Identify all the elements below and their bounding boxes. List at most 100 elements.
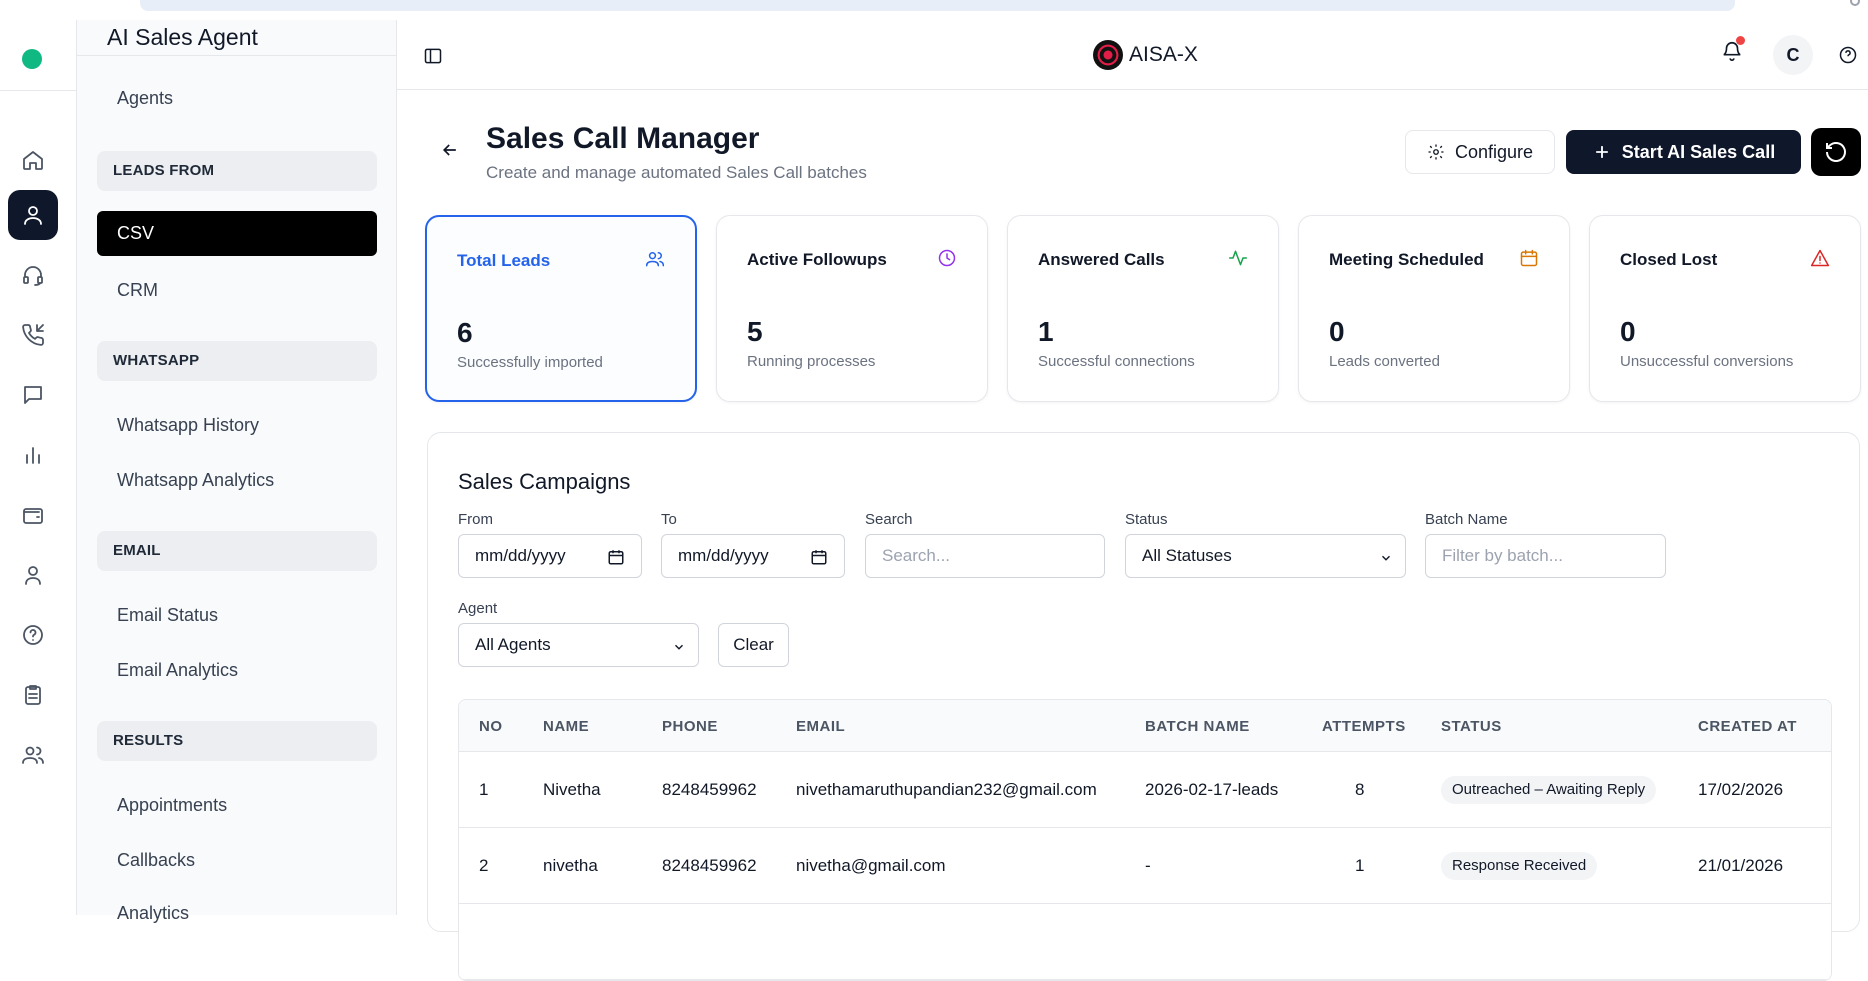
to-date-input[interactable]: mm/dd/yyyy bbox=[661, 534, 845, 578]
cell-name: Nivetha bbox=[543, 780, 601, 799]
cell-attempts: 8 bbox=[1355, 780, 1365, 799]
col-status[interactable]: STATUS bbox=[1441, 718, 1502, 735]
cell-email: nivethamaruthupandian232@gmail.com bbox=[796, 780, 1097, 799]
cell-name: nivetha bbox=[543, 856, 598, 875]
stat-card-active-followups[interactable]: Active Followups 5 Running processes bbox=[716, 215, 988, 402]
batch-name-input[interactable]: Filter by batch... bbox=[1425, 534, 1666, 578]
search-input[interactable]: Search... bbox=[865, 534, 1105, 578]
col-batch-name[interactable]: BATCH NAME bbox=[1145, 718, 1250, 735]
app-logo: AISA-X bbox=[1093, 40, 1198, 70]
sidebar: AI Sales Agent Agents LEADS FROM CSV CRM… bbox=[77, 20, 397, 923]
page-subtitle: Create and manage automated Sales Call b… bbox=[486, 163, 867, 182]
calendar-icon[interactable] bbox=[607, 548, 625, 566]
sidebar-item-email-status[interactable]: Email Status bbox=[117, 605, 218, 626]
help-icon[interactable] bbox=[1837, 44, 1859, 66]
clock-icon bbox=[937, 248, 957, 268]
icon-rail bbox=[0, 20, 77, 915]
stat-hint: Unsuccessful conversions bbox=[1620, 353, 1794, 370]
campaigns-table: NO NAME PHONE EMAIL BATCH NAME ATTEMPTS … bbox=[458, 699, 1832, 981]
search-label: Search bbox=[865, 511, 913, 528]
page-title: Sales Call Manager bbox=[486, 122, 760, 155]
browser-top-strip bbox=[0, 0, 1868, 20]
stat-value: 1 bbox=[1038, 316, 1054, 347]
refresh-button[interactable] bbox=[1811, 128, 1861, 176]
sidebar-item-whatsapp-history[interactable]: Whatsapp History bbox=[117, 415, 259, 436]
col-no[interactable]: NO bbox=[479, 718, 503, 735]
stat-card-answered-calls[interactable]: Answered Calls 1 Successful connections bbox=[1007, 215, 1279, 402]
from-label: From bbox=[458, 511, 493, 528]
cell-phone: 8248459962 bbox=[662, 856, 757, 875]
from-date-input[interactable]: mm/dd/yyyy bbox=[458, 534, 642, 578]
col-created-at[interactable]: CREATED AT bbox=[1698, 718, 1797, 735]
status-badge: Response Received bbox=[1441, 852, 1598, 880]
cell-no: 2 bbox=[479, 856, 489, 875]
calendar-icon bbox=[1519, 248, 1539, 268]
configure-button[interactable]: Configure bbox=[1405, 130, 1555, 174]
stat-card-meeting-scheduled[interactable]: Meeting Scheduled 0 Leads converted bbox=[1298, 215, 1570, 402]
sidebar-item-appointments[interactable]: Appointments bbox=[117, 795, 227, 816]
section-email: EMAIL bbox=[97, 531, 377, 571]
table-row[interactable] bbox=[459, 904, 1831, 980]
status-label: Status bbox=[1125, 511, 1168, 528]
table-row[interactable]: 2 nivetha 8248459962 nivetha@gmail.com -… bbox=[459, 828, 1831, 904]
start-ai-sales-call-button[interactable]: Start AI Sales Call bbox=[1566, 130, 1801, 174]
profile-icon[interactable] bbox=[8, 550, 58, 600]
cell-batch: - bbox=[1145, 856, 1151, 875]
stat-value: 5 bbox=[747, 316, 763, 347]
agent-label: Agent bbox=[458, 600, 498, 617]
sidebar-item-crm[interactable]: CRM bbox=[117, 280, 158, 301]
sidebar-item-analytics[interactable]: Analytics bbox=[117, 903, 189, 924]
notification-bell-icon[interactable] bbox=[1719, 36, 1745, 64]
status-select[interactable]: All Statuses bbox=[1125, 534, 1406, 578]
sidebar-item-csv[interactable]: CSV bbox=[97, 211, 377, 256]
sidebar-item-email-analytics[interactable]: Email Analytics bbox=[117, 660, 238, 681]
headset-icon[interactable] bbox=[8, 250, 58, 300]
status-dot bbox=[22, 49, 42, 69]
address-bar-edge bbox=[140, 0, 1735, 11]
sidebar-item-whatsapp-analytics[interactable]: Whatsapp Analytics bbox=[117, 470, 274, 491]
clear-button[interactable]: Clear bbox=[718, 623, 789, 667]
agent-select-value: All Agents bbox=[475, 635, 551, 654]
back-arrow-icon[interactable] bbox=[440, 140, 462, 162]
message-icon[interactable] bbox=[8, 370, 58, 420]
stat-label: Closed Lost bbox=[1620, 250, 1718, 269]
user-icon[interactable] bbox=[8, 190, 58, 240]
phone-incoming-icon[interactable] bbox=[8, 310, 58, 360]
col-phone[interactable]: PHONE bbox=[662, 718, 718, 735]
cell-no: 1 bbox=[479, 780, 489, 799]
col-email[interactable]: EMAIL bbox=[796, 718, 845, 735]
cell-email: nivetha@gmail.com bbox=[796, 856, 946, 875]
sidebar-toggle-icon[interactable] bbox=[423, 46, 443, 66]
stat-hint: Successfully imported bbox=[457, 354, 603, 371]
cell-created: 21/01/2026 bbox=[1698, 856, 1784, 875]
home-icon[interactable] bbox=[8, 135, 58, 185]
bar-chart-icon[interactable] bbox=[8, 430, 58, 480]
avatar[interactable]: C bbox=[1773, 35, 1813, 75]
wallet-icon[interactable] bbox=[8, 490, 58, 540]
to-date-value: mm/dd/yyyy bbox=[678, 546, 769, 565]
users-icon[interactable] bbox=[8, 730, 58, 780]
stat-card-total-leads[interactable]: Total Leads 6 Successfully imported bbox=[425, 215, 697, 402]
cell-attempts: 1 bbox=[1355, 856, 1365, 875]
rail-divider bbox=[0, 90, 77, 91]
calendar-icon[interactable] bbox=[810, 548, 828, 566]
from-date-value: mm/dd/yyyy bbox=[475, 546, 566, 565]
stat-card-closed-lost[interactable]: Closed Lost 0 Unsuccessful conversions bbox=[1589, 215, 1861, 402]
stat-value: 0 bbox=[1329, 316, 1345, 347]
status-select-value: All Statuses bbox=[1142, 546, 1232, 565]
stat-label: Active Followups bbox=[747, 250, 887, 269]
sidebar-divider bbox=[77, 55, 397, 56]
table-row[interactable]: 1 Nivetha 8248459962 nivethamaruthupandi… bbox=[459, 752, 1831, 828]
status-badge: Outreached – Awaiting Reply bbox=[1441, 776, 1657, 804]
stat-label: Total Leads bbox=[457, 251, 551, 270]
col-attempts[interactable]: ATTEMPTS bbox=[1322, 718, 1406, 735]
col-name[interactable]: NAME bbox=[543, 718, 589, 735]
help-circle-icon[interactable] bbox=[8, 610, 58, 660]
agent-select[interactable]: All Agents bbox=[458, 623, 699, 667]
sidebar-item-callbacks[interactable]: Callbacks bbox=[117, 850, 195, 871]
clipboard-icon[interactable] bbox=[8, 670, 58, 720]
sidebar-item-agents[interactable]: Agents bbox=[117, 88, 173, 109]
stat-hint: Successful connections bbox=[1038, 353, 1195, 370]
start-label: Start AI Sales Call bbox=[1621, 141, 1776, 162]
stat-value: 6 bbox=[457, 317, 473, 348]
